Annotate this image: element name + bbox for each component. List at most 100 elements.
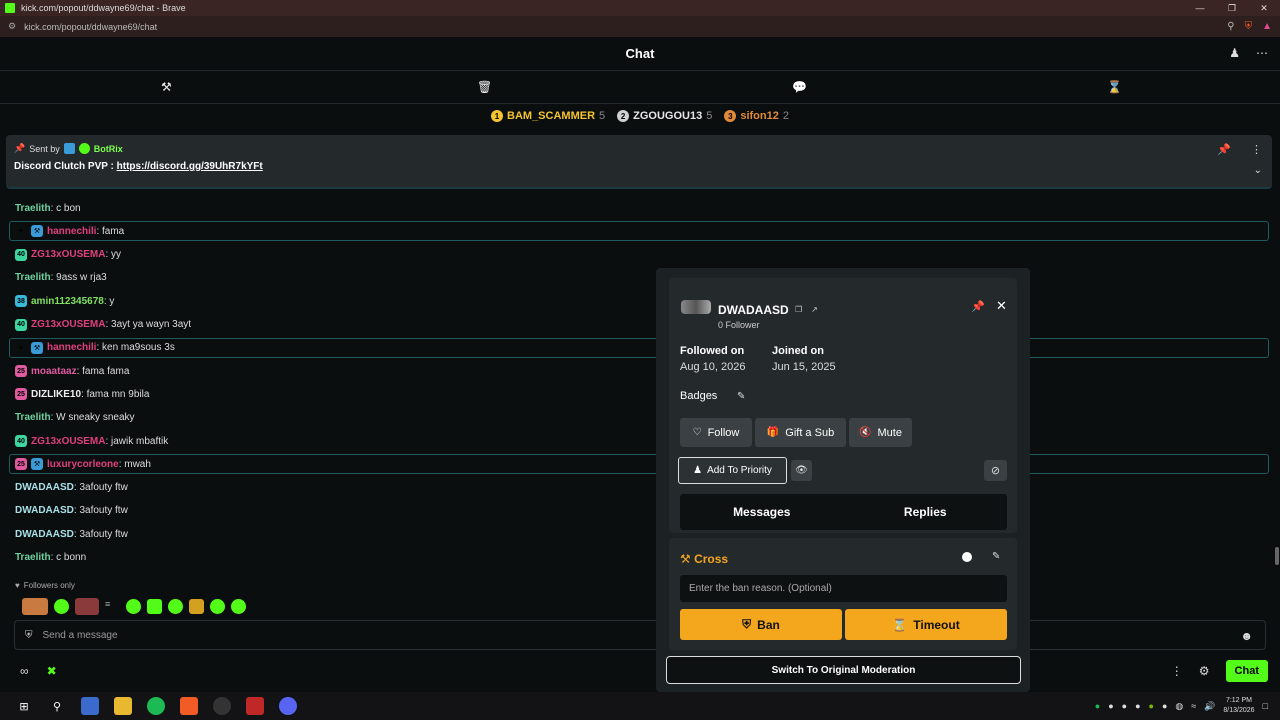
chat-message[interactable]: DWADAASD: 3afouty ftw [15,501,128,521]
message-username[interactable]: DWADAASD [15,482,74,493]
message-username[interactable]: DWADAASD [15,505,74,516]
message-username[interactable]: ZG13xOUSEMA [31,249,105,260]
microphone-icon[interactable]: ◍ [1175,701,1183,712]
chat-message[interactable]: 40 ZG13xOUSEMA: 3ayt ya wayn 3ayt [15,315,191,335]
emote-icon[interactable] [22,597,48,615]
kick-logo-icon[interactable]: ✖ [47,664,57,678]
message-username[interactable]: Traelith [15,412,51,423]
chat-message[interactable]: Traelith: 9ass w rja3 [15,268,107,288]
wifi-icon[interactable]: ≈ [1191,701,1196,711]
tray-app-icon[interactable]: ● [1108,701,1113,711]
message-username[interactable]: moaataaz [31,366,77,377]
message-username[interactable]: DIZLIKE10 [31,389,81,400]
copy-icon[interactable]: ❐ [795,305,802,314]
chat-input[interactable]: ⛨ Send a message ☻ [14,620,1266,650]
pin-popup-icon[interactable]: 📌 [971,300,985,313]
hourglass-icon[interactable]: ⌛ [1107,80,1122,94]
emoji-icon[interactable]: ☻ [1240,629,1253,643]
chat-message[interactable]: 25 moaataaz: fama fama [15,361,129,381]
leaderboard-item[interactable]: 1 BAM_SCAMMER 5 [491,110,605,122]
emote-icon[interactable] [54,598,69,614]
scrollbar-thumb[interactable] [1275,547,1279,565]
file-explorer-icon[interactable] [114,697,132,715]
brave-icon[interactable] [180,697,198,715]
chat-message[interactable]: Traelith: W sneaky sneaky [15,408,135,428]
unpin-icon[interactable]: 📌 [1217,143,1231,156]
timeout-button[interactable]: ⌛ Timeout [845,609,1007,640]
more-vertical-icon[interactable]: ⋮ [1171,664,1183,678]
chat-send-button[interactable]: Chat [1225,660,1268,682]
brave-shield-icon[interactable]: ⛨ [1245,21,1253,32]
discord-icon[interactable] [279,697,297,715]
follow-button[interactable]: ♡ Follow [680,418,752,447]
leaderboard-item[interactable]: 2 ZGOUGOU13 5 [617,110,712,122]
emote-icon[interactable] [75,597,99,615]
emote-icon[interactable]: ≡ [105,599,120,614]
user-settings-icon[interactable]: ♟ [1229,46,1240,60]
emote-icon[interactable] [231,598,246,614]
search-icon[interactable]: ⚲ [48,697,66,715]
store-icon[interactable] [81,697,99,715]
message-username[interactable]: amin112345678 [31,296,104,307]
edit-badges-icon[interactable]: ✎ [737,391,745,402]
volume-icon[interactable]: 🔊 [1204,701,1215,712]
mute-button[interactable]: 🔇 Mute [849,418,912,447]
site-settings-icon[interactable]: ⚙ [8,21,16,32]
chat-message[interactable]: 25 DIZLIKE10: fama mn 9bila [15,384,149,404]
tray-app-icon[interactable]: ● [1162,701,1167,711]
message-username[interactable]: Traelith [15,552,51,563]
message-username[interactable]: DWADAASD [15,529,74,540]
message-username[interactable]: ZG13xOUSEMA [31,319,105,330]
chat-message[interactable]: 40 ZG13xOUSEMA: jawik mbaftik [15,431,168,451]
tray-app-icon[interactable]: ● [1095,701,1100,711]
chat-bubble-icon[interactable]: 💬 [792,80,807,94]
tab-messages[interactable]: Messages [680,494,844,530]
chat-message[interactable]: DWADAASD: 3afouty ftw [15,524,128,544]
chat-message[interactable]: 25 ⚒ luxurycorleone: mwah [9,454,1269,475]
bot-name[interactable]: BotRix [94,144,123,154]
tray-app-icon[interactable]: ● [1135,701,1140,711]
chat-message[interactable]: 38 amin112345678: y [15,291,114,311]
notification-icon[interactable]: □ [1263,701,1268,711]
message-username[interactable]: Traelith [15,272,51,283]
chevron-down-icon[interactable]: ⌄ [1254,165,1262,176]
message-username[interactable]: hannechili [47,226,96,237]
chat-input-placeholder[interactable]: Send a message [43,630,118,641]
pinned-more-icon[interactable]: ⋮ [1251,143,1262,156]
brave-rewards-icon[interactable]: ▲ [1262,21,1272,32]
chat-message[interactable]: Traelith: c bonn [15,548,86,568]
hammer-icon[interactable]: ⚒ [161,80,172,94]
add-to-priority-button[interactable]: ♟ Add To Priority [678,457,787,484]
gift-sub-button[interactable]: 🎁 Gift a Sub [755,418,846,447]
ban-reason-input[interactable] [680,575,1007,602]
emote-icon[interactable] [189,598,204,614]
emote-icon[interactable] [126,598,141,614]
emote-icon[interactable] [210,598,225,614]
chat-message[interactable]: Traelith: c bon [15,198,81,218]
trash-icon[interactable]: 🗑 [477,80,492,94]
url-text[interactable]: kick.com/popout/ddwayne69/chat [24,22,157,32]
switch-moderation-button[interactable]: Switch To Original Moderation [666,656,1021,684]
emote-icon[interactable] [168,598,183,614]
zoom-icon[interactable]: ⚲ [1227,21,1234,32]
app-icon[interactable] [246,697,264,715]
chat-message[interactable]: ✦ ⚒ hannechili: fama [9,221,1269,242]
ban-button[interactable]: ⛨ Ban [680,609,842,640]
edit-mod-icon[interactable]: ✎ [992,551,1000,562]
settings-gear-icon[interactable]: ⚙ [1199,664,1210,678]
message-username[interactable]: hannechili [47,342,96,353]
obs-icon[interactable] [213,697,231,715]
tray-app-icon[interactable]: ● [1149,701,1154,711]
block-icon[interactable]: ⊘ [984,460,1007,481]
windows-start-icon[interactable]: ⊞ [15,697,33,715]
close-window-icon[interactable]: ✕ [1248,3,1280,14]
message-username[interactable]: luxurycorleone [47,459,119,470]
tab-replies[interactable]: Replies [844,494,1008,530]
clock[interactable]: 7:12 PM 8/13/2026 [1223,696,1254,716]
leaderboard-item[interactable]: 3 sifon12 2 [724,110,789,122]
chat-message[interactable]: 40 ZG13xOUSEMA: yy [15,245,121,265]
external-link-icon[interactable]: ↗ [811,305,818,314]
toggle-dot[interactable] [962,552,972,562]
message-username[interactable]: ZG13xOUSEMA [31,436,105,447]
chat-scrollbar[interactable] [1275,190,1279,575]
